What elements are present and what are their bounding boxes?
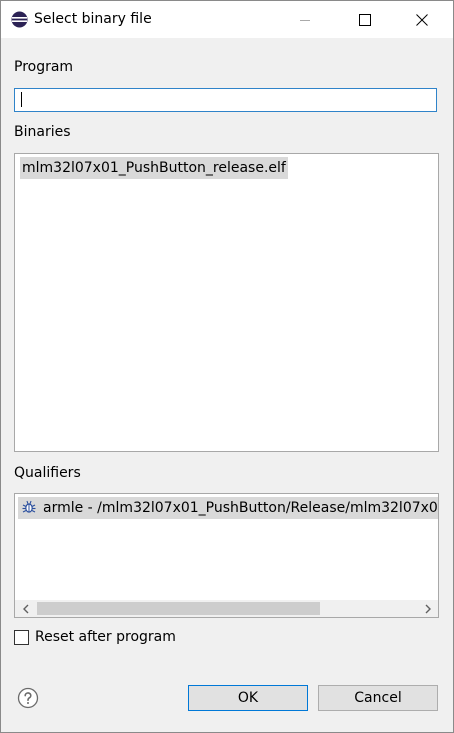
program-input[interactable] <box>14 88 437 112</box>
scroll-left-button[interactable] <box>17 600 34 617</box>
ok-button[interactable]: OK <box>188 685 308 711</box>
horizontal-scrollbar[interactable] <box>15 600 438 617</box>
list-item[interactable]: armle - /mlm32l07x01_PushButton/Release/… <box>18 497 438 519</box>
binary-bug-icon <box>22 500 36 513</box>
qualifiers-label: Qualifiers <box>14 465 81 481</box>
maximize-icon <box>359 13 371 26</box>
reset-after-program-checkbox[interactable] <box>14 630 29 645</box>
close-icon <box>416 13 428 26</box>
chevron-right-icon <box>425 604 431 613</box>
cancel-button[interactable]: Cancel <box>318 685 438 711</box>
window-title: Select binary file <box>34 11 152 27</box>
scroll-right-button[interactable] <box>419 600 436 617</box>
binary-item-label: mlm32l07x01_PushButton_release.elf <box>22 160 286 176</box>
scrollbar-thumb[interactable] <box>37 602 320 615</box>
qualifier-item-label: armle - /mlm32l07x01_PushButton/Release/… <box>43 500 438 516</box>
list-item[interactable]: mlm32l07x01_PushButton_release.elf <box>20 157 288 179</box>
eclipse-icon <box>11 11 28 28</box>
close-button[interactable] <box>399 1 445 38</box>
help-icon[interactable] <box>17 687 39 709</box>
select-binary-dialog: Select binary file Program Binaries mlm3… <box>0 0 454 733</box>
chevron-left-icon <box>22 604 28 613</box>
reset-after-program-label: Reset after program <box>35 629 176 645</box>
minimize-icon <box>300 19 310 21</box>
title-bar[interactable]: Select binary file <box>1 1 453 38</box>
minimize-button[interactable] <box>282 1 328 38</box>
maximize-button[interactable] <box>342 1 388 38</box>
text-caret <box>21 92 22 107</box>
binaries-list[interactable]: mlm32l07x01_PushButton_release.elf <box>14 153 439 452</box>
qualifiers-list[interactable]: armle - /mlm32l07x01_PushButton/Release/… <box>14 493 439 618</box>
binaries-label: Binaries <box>14 124 71 140</box>
reset-after-program-option[interactable]: Reset after program <box>14 629 176 646</box>
program-label: Program <box>14 59 74 75</box>
